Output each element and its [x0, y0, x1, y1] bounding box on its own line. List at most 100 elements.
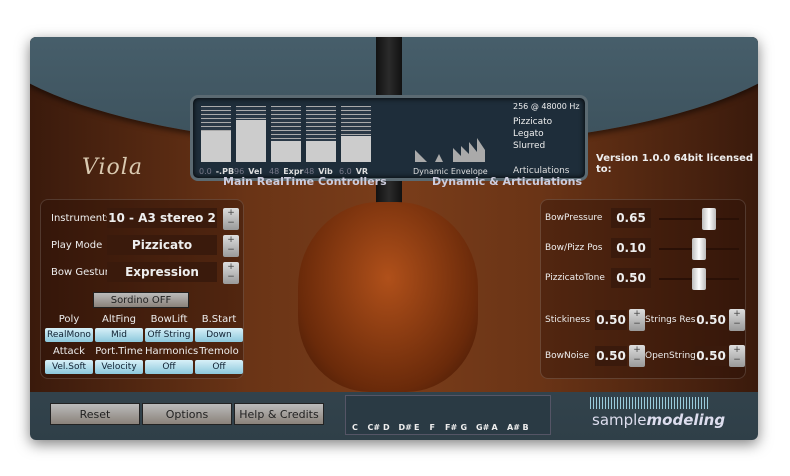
row-stepper[interactable]: + −	[223, 208, 239, 230]
option-button[interactable]: Off String	[145, 328, 193, 342]
stepper-label: OpenStrings	[645, 351, 701, 361]
option-label: Harmonics	[145, 346, 199, 357]
option-tremolo: Tremolo Off	[195, 346, 243, 374]
slider-label: Bow/Pizz Pos	[545, 243, 603, 253]
controller-bar-fill	[341, 135, 371, 162]
option-label: BowLift	[150, 314, 188, 325]
key-label: F	[429, 423, 435, 432]
controller-bar-fill	[201, 131, 231, 162]
logo-modeling: modeling	[646, 411, 726, 429]
row-stepper[interactable]: + −	[223, 262, 239, 284]
brand-logo: samplemodeling	[592, 411, 725, 429]
row-value[interactable]: Pizzicato	[107, 235, 217, 255]
key-label: D	[383, 423, 390, 432]
buffer-info: 256 @ 48000 Hz	[513, 102, 580, 111]
key-label: C	[352, 423, 358, 432]
stepper-button[interactable]: + −	[629, 309, 645, 331]
option-poly: Poly RealMono	[45, 314, 93, 342]
controller-bar	[271, 106, 301, 162]
option-porttime: Port.Time Velocity	[95, 346, 143, 374]
option-harmonics: Harmonics Off	[145, 346, 199, 374]
option-button[interactable]: RealMono	[45, 328, 93, 342]
stepper-value[interactable]: 0.50	[695, 310, 727, 330]
help-credits-button[interactable]: Help & Credits	[234, 403, 324, 425]
option-button[interactable]: Down	[195, 328, 243, 342]
stepper-label: Stickiness	[545, 315, 591, 325]
slider-label: BowPressure	[545, 213, 603, 223]
articulation-item: Pizzicato	[513, 117, 553, 127]
option-label: Port.Time	[95, 346, 143, 357]
stepper-label: Strings Res.	[645, 315, 699, 325]
option-button[interactable]: Mid	[95, 328, 143, 342]
stepper-label: BowNoise	[545, 351, 590, 361]
row-stepper[interactable]: + −	[223, 235, 239, 257]
key-label: A	[491, 423, 498, 432]
controller-bar	[341, 106, 371, 162]
display-screen: 0.0 -.PB 96 Vel 48 Expr 48 Vib 6.0 VR Dynamic…	[190, 95, 588, 181]
controller-value: 0.0	[199, 167, 212, 176]
right-panel: BowPressure 0.65 Bow/Pizz Pos 0.10 Pizzi…	[540, 199, 746, 379]
articulation-item: Legato	[513, 129, 544, 139]
key-label: E	[414, 423, 420, 432]
controller-bar-fill	[271, 140, 301, 162]
stepper-button[interactable]: + −	[729, 309, 745, 331]
violin-image	[298, 202, 478, 392]
option-label: Poly	[58, 314, 80, 325]
slider-knob[interactable]	[701, 208, 716, 230]
key-label: D#	[398, 423, 412, 432]
controller-bar	[201, 106, 231, 162]
keyswitch-display: C C# D D# E F F# G G# A A# B	[345, 395, 551, 435]
option-label: Tremolo	[199, 346, 239, 357]
slider-knob[interactable]	[692, 238, 706, 260]
sordino-button[interactable]: Sordino OFF	[93, 292, 189, 308]
instrument-title: Viola	[82, 155, 143, 180]
logo-sample: sample	[592, 411, 647, 429]
option-attack: Attack Vel.Soft	[45, 346, 93, 374]
slider-value[interactable]: 0.10	[611, 238, 651, 258]
option-label: Attack	[53, 346, 85, 357]
key-label: G#	[476, 423, 490, 432]
options-button[interactable]: Options	[142, 403, 232, 425]
controller-bar-fill	[306, 140, 336, 162]
controller-bar	[236, 106, 266, 162]
stepper-button[interactable]: + −	[629, 345, 645, 367]
option-button[interactable]: Vel.Soft	[45, 360, 93, 374]
stepper-button[interactable]: + −	[729, 345, 745, 367]
reset-button[interactable]: Reset	[50, 403, 140, 425]
row-label: Instruments	[51, 213, 112, 224]
stepper-value[interactable]: 0.50	[595, 310, 627, 330]
slider-knob[interactable]	[692, 268, 706, 290]
articulation-item: Slurred	[513, 141, 546, 151]
slider-label: PizzicatoTone	[545, 273, 605, 283]
option-label: B.Start	[201, 314, 237, 325]
option-button[interactable]: Off	[145, 360, 193, 374]
key-label: C#	[367, 423, 381, 432]
option-button[interactable]: Velocity	[95, 360, 143, 374]
key-label: F#	[445, 423, 458, 432]
plugin-window: Viola Version 1.0.0 64bit licensed to: 0…	[30, 37, 758, 440]
stepper-value[interactable]: 0.50	[595, 346, 627, 366]
row-label: Play Mode	[51, 240, 103, 251]
row-value[interactable]: Expression	[107, 262, 217, 282]
key-label: A#	[507, 423, 520, 432]
slider-value[interactable]: 0.50	[611, 268, 651, 288]
version-label: Version 1.0.0 64bit licensed to:	[596, 153, 754, 175]
slider-value[interactable]: 0.65	[611, 208, 651, 228]
controller-bar-fill	[236, 120, 266, 162]
waveform-logo-icon	[590, 397, 710, 409]
bottom-buttons: Reset Options Help & Credits	[50, 403, 324, 425]
option-bowlift: BowLift Off String	[145, 314, 193, 342]
row-label: Bow Gesture	[51, 267, 115, 278]
dynamics-title: Dynamic & Articulations	[432, 175, 583, 188]
controllers-title: Main RealTime Controllers	[223, 175, 387, 188]
articulation-list: Pizzicato Legato Slurred	[513, 116, 552, 152]
option-bstart: B.Start Down	[195, 314, 243, 342]
row-value[interactable]: 10 - A3 stereo 2	[107, 208, 217, 228]
dynamic-envelope-graph	[415, 138, 510, 162]
stepper-value[interactable]: 0.50	[695, 346, 727, 366]
option-button[interactable]: Off	[195, 360, 243, 374]
controller-bar	[306, 106, 336, 162]
option-altfing: AltFing Mid	[95, 314, 143, 342]
key-label: G	[460, 423, 468, 432]
slider-track[interactable]	[659, 218, 739, 220]
